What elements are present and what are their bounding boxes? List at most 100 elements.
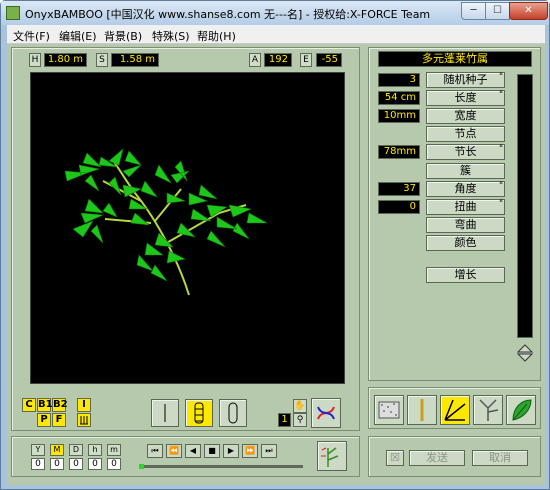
slider-arrows-icon[interactable] bbox=[516, 344, 534, 362]
toggle-b2[interactable]: B2 bbox=[52, 398, 68, 412]
hand-icon[interactable]: ✋ bbox=[293, 399, 307, 413]
menu-help[interactable]: 帮助(H) bbox=[197, 28, 236, 44]
stop-button[interactable]: ■ bbox=[204, 444, 220, 458]
send-checkbox-icon[interactable]: ☒ bbox=[386, 450, 404, 466]
toggle-c[interactable]: C bbox=[22, 398, 36, 412]
param-quote-mark: " bbox=[499, 144, 504, 155]
azimuth-label: A bbox=[249, 53, 261, 67]
time-unit-value[interactable]: 0 bbox=[107, 458, 121, 470]
send-button[interactable]: 发送 bbox=[409, 450, 465, 466]
param-quote-mark: " bbox=[499, 180, 504, 191]
segment-view-button[interactable] bbox=[185, 399, 213, 427]
segment-icon bbox=[194, 402, 204, 424]
param-button[interactable]: 长度 bbox=[426, 90, 505, 107]
param-button[interactable]: 扭曲 bbox=[426, 198, 505, 215]
app-window: OnyxBAMBOO [中国汉化 www.shanse8.com 无---名] … bbox=[0, 0, 550, 490]
menu-file[interactable]: 文件(F) bbox=[13, 28, 50, 44]
time-unit-label[interactable]: h bbox=[88, 444, 102, 456]
dna-seed-button[interactable] bbox=[311, 398, 341, 428]
time-unit-value[interactable]: 0 bbox=[50, 458, 64, 470]
play-button[interactable]: ▶ bbox=[223, 444, 239, 458]
param-value-field[interactable]: 78mm bbox=[378, 145, 420, 160]
cylinder-view-button[interactable] bbox=[219, 399, 247, 427]
view-panel: H 1.80 m S 1.58 m A 192 E -55 C B1 B2 P … bbox=[11, 47, 360, 431]
param-quote-mark: " bbox=[499, 198, 504, 209]
param-button[interactable]: 节长 bbox=[426, 144, 505, 161]
step-back-button[interactable]: ⏪ bbox=[166, 444, 182, 458]
param-value-field[interactable]: 10mm bbox=[378, 109, 420, 124]
tool-palette bbox=[368, 387, 541, 429]
close-button[interactable]: ✕ bbox=[509, 2, 548, 20]
zoom-icon[interactable]: ⚲ bbox=[293, 413, 307, 427]
menu-special[interactable]: 特殊(S) bbox=[152, 28, 190, 44]
height-label: H bbox=[29, 53, 41, 67]
param-quote-mark: " bbox=[499, 72, 504, 82]
menu-background[interactable]: 背景(B) bbox=[104, 28, 142, 44]
step-forward-button[interactable]: ⏩ bbox=[242, 444, 258, 458]
param-button[interactable]: 随机种子 bbox=[426, 72, 505, 88]
title-bar[interactable]: OnyxBAMBOO [中国汉化 www.shanse8.com 无---名] … bbox=[1, 1, 549, 25]
timeline-panel: YMDhm 00000 ⏮ ⏪ ◀ ■ ▶ ⏩ ⏭ bbox=[11, 436, 360, 477]
growth-animate-button[interactable] bbox=[317, 441, 347, 471]
param-button[interactable]: 弯曲 bbox=[426, 216, 505, 233]
branch-icon bbox=[479, 399, 499, 421]
branch-tool-button[interactable] bbox=[473, 395, 503, 425]
plant-name-field[interactable]: 多元蓬莱竹属 bbox=[378, 51, 532, 67]
line-view-button[interactable] bbox=[151, 399, 179, 427]
param-value-field[interactable]: 54 cm bbox=[378, 91, 420, 106]
param-button[interactable]: 簇 bbox=[426, 162, 505, 179]
menu-bar: 文件(F) 编辑(E) 背景(B) 特殊(S) 帮助(H) bbox=[7, 25, 545, 44]
param-value-field[interactable]: 0 bbox=[378, 199, 420, 214]
azimuth-field[interactable]: 192 bbox=[264, 53, 292, 67]
time-unit-label[interactable]: D bbox=[69, 444, 83, 456]
spread-field[interactable]: 1.58 m bbox=[111, 53, 159, 67]
toggle-i[interactable]: I bbox=[77, 398, 91, 412]
param-button[interactable]: 宽度 bbox=[426, 108, 505, 125]
timeline-thumb[interactable] bbox=[139, 464, 144, 469]
time-unit-label[interactable]: M bbox=[50, 444, 64, 456]
plant-growth-icon bbox=[321, 447, 339, 467]
last-frame-button[interactable]: ⏭ bbox=[261, 444, 277, 458]
param-value-field[interactable]: 37 bbox=[378, 181, 420, 196]
param-value-field[interactable]: 3 bbox=[378, 73, 420, 87]
elevation-field[interactable]: -55 bbox=[316, 53, 342, 67]
time-unit-label[interactable]: m bbox=[107, 444, 121, 456]
action-panel: ☒ 发送 取消 bbox=[368, 436, 541, 477]
height-field[interactable]: 1.80 m bbox=[44, 53, 87, 67]
time-unit-label[interactable]: Y bbox=[31, 444, 45, 456]
grid-glyph bbox=[80, 416, 88, 425]
play-reverse-button[interactable]: ◀ bbox=[185, 444, 201, 458]
stem-color-button[interactable] bbox=[407, 395, 437, 425]
toggle-f[interactable]: F bbox=[52, 413, 66, 427]
time-unit-value[interactable]: 0 bbox=[31, 458, 45, 470]
param-button[interactable]: 节点 bbox=[426, 126, 505, 143]
dna-icon bbox=[317, 406, 335, 420]
leaf-tool-button[interactable] bbox=[506, 395, 536, 425]
updown-arrows-glyph bbox=[516, 344, 534, 362]
toggle-p[interactable]: P bbox=[37, 413, 51, 427]
time-unit-value[interactable]: 0 bbox=[69, 458, 83, 470]
grid-icon[interactable] bbox=[77, 413, 91, 427]
minimize-button[interactable]: ─ bbox=[461, 2, 486, 20]
first-frame-button[interactable]: ⏮ bbox=[147, 444, 163, 458]
maximize-button[interactable]: ☐ bbox=[485, 2, 510, 20]
3d-viewport[interactable] bbox=[30, 72, 345, 384]
menu-edit[interactable]: 编辑(E) bbox=[59, 28, 97, 44]
app-icon bbox=[6, 6, 20, 20]
toggle-b1[interactable]: B1 bbox=[37, 398, 53, 412]
param-button[interactable]: 角度 bbox=[426, 180, 505, 197]
ground-texture-button[interactable] bbox=[374, 395, 404, 425]
cylinder-icon bbox=[228, 402, 238, 424]
angle-tool-button[interactable] bbox=[440, 395, 470, 425]
cancel-button[interactable]: 取消 bbox=[472, 450, 528, 466]
grow-button[interactable]: 增长 bbox=[426, 267, 505, 283]
client-area: H 1.80 m S 1.58 m A 192 E -55 C B1 B2 P … bbox=[7, 44, 545, 485]
counter-field[interactable]: 1 bbox=[278, 413, 291, 427]
param-button[interactable]: 颜色 bbox=[426, 234, 505, 251]
timeline-track[interactable] bbox=[139, 464, 303, 469]
parameter-panel: 多元蓬莱竹属 3 随机种子 " 54 cm 长度 " 10mm 宽度 节点 78mm 节长 " 簇 37 角… bbox=[368, 47, 541, 381]
line-icon bbox=[164, 404, 166, 422]
time-unit-value[interactable]: 0 bbox=[88, 458, 102, 470]
vertical-slider[interactable] bbox=[517, 74, 533, 338]
stem-icon bbox=[420, 399, 424, 421]
